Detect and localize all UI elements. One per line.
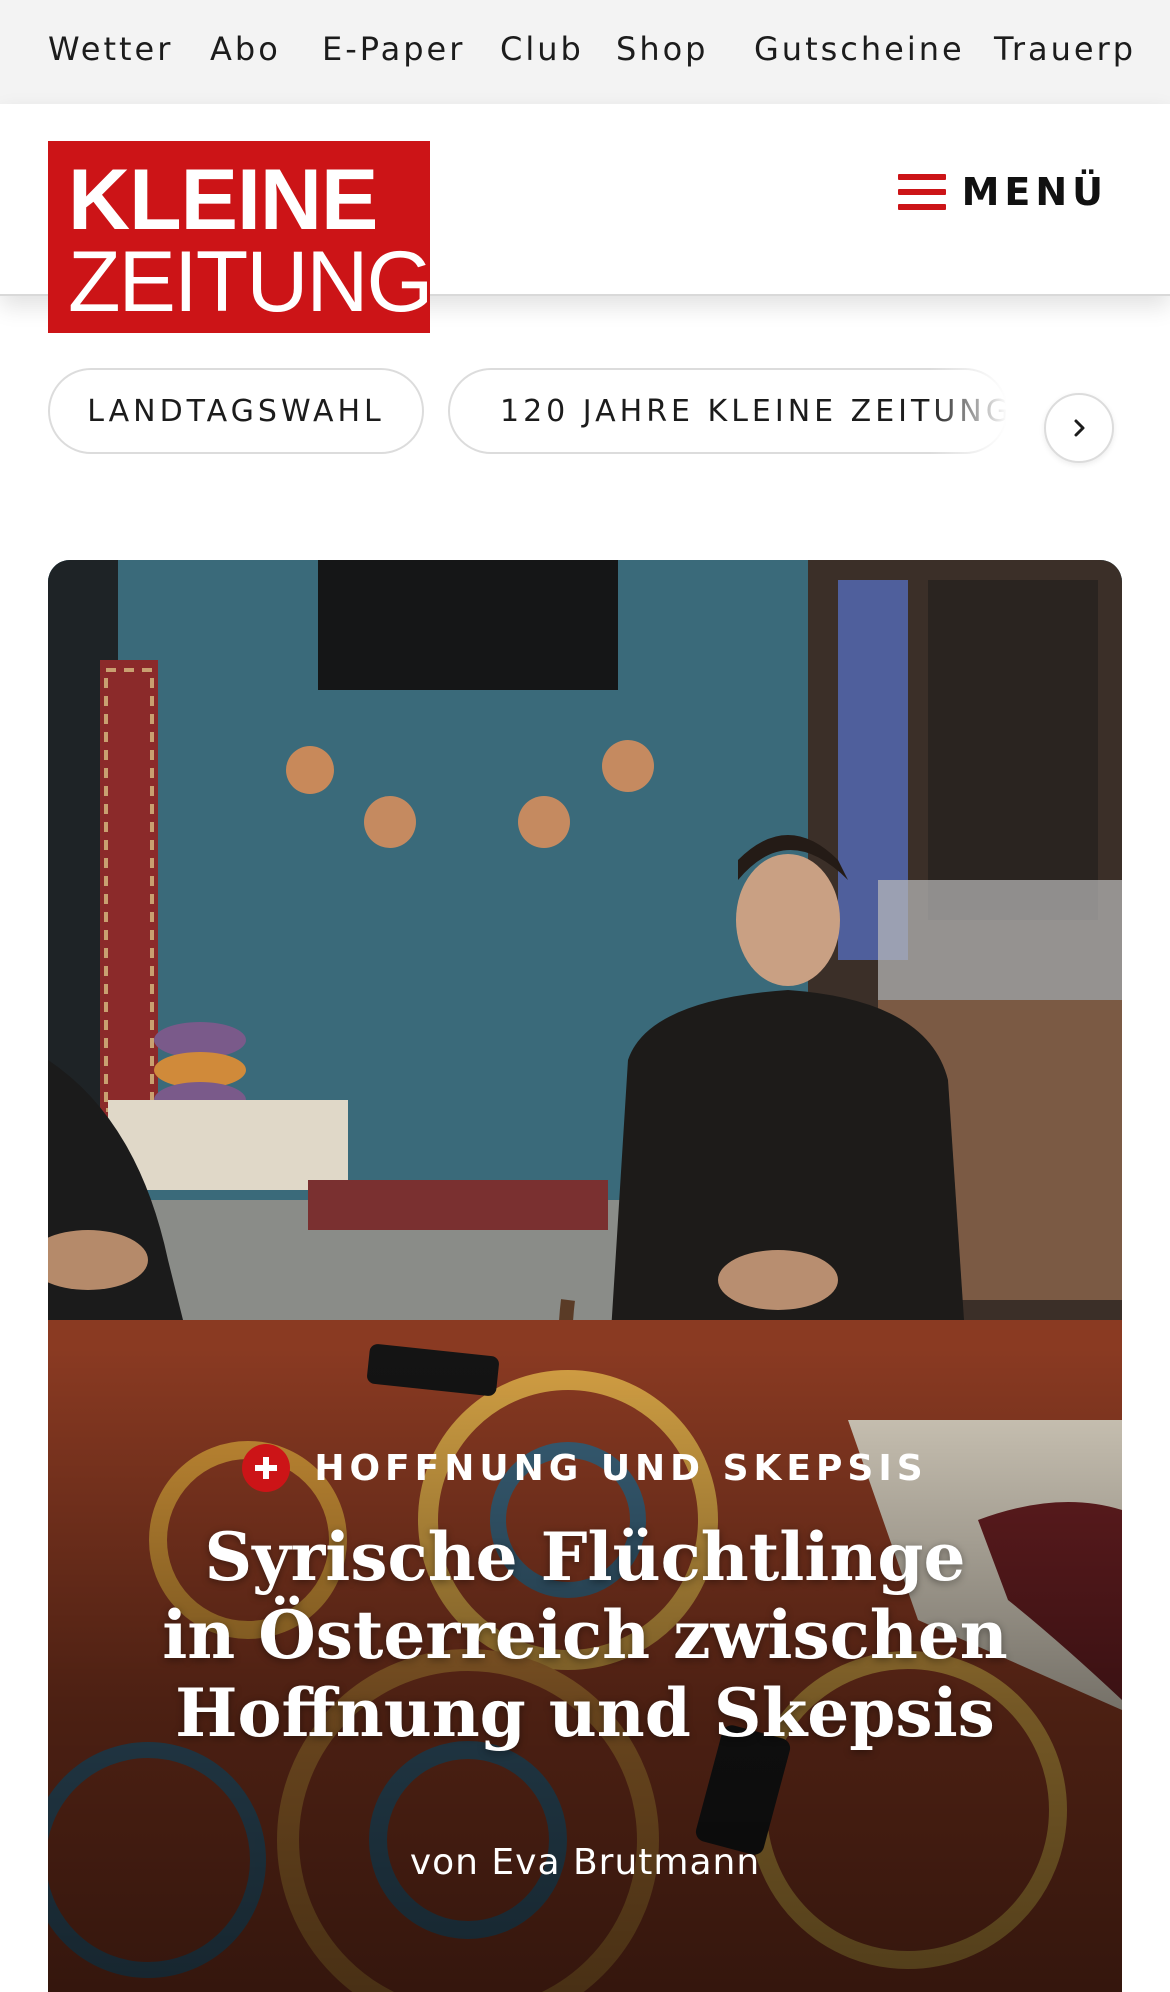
chips-next-button[interactable] xyxy=(1044,393,1114,463)
headline-line-3: Hoffnung und Skepsis xyxy=(175,1674,995,1752)
hero-kicker: HOFFNUNG UND SKEPSIS xyxy=(48,1444,1122,1492)
nav-link-abo[interactable]: Abo xyxy=(210,30,281,68)
nav-link-trauerportal[interactable]: Trauerp xyxy=(994,30,1136,68)
kleine-zeitung-logo[interactable]: KLEINE ZEITUNG xyxy=(48,141,433,333)
hero-gradient-overlay xyxy=(48,560,1122,1992)
kicker-text: HOFFNUNG UND SKEPSIS xyxy=(314,1447,928,1489)
menu-label: MENÜ xyxy=(961,170,1108,214)
chip-120-jahre[interactable]: 120 JAHRE KLEINE ZEITUNG xyxy=(448,368,1008,454)
headline-line-1: Syrische Flüchtlinge xyxy=(204,1518,966,1596)
top-utility-nav: Wetter Abo E-Paper Club Shop Gutscheine … xyxy=(0,0,1170,104)
hero-byline: von Eva Brutmann xyxy=(409,1842,761,1883)
menu-button[interactable]: MENÜ xyxy=(898,162,1108,222)
plus-icon xyxy=(242,1444,291,1492)
site-header: KLEINE ZEITUNG MENÜ xyxy=(0,104,1170,333)
nav-link-club[interactable]: Club xyxy=(500,30,584,68)
nav-link-wetter[interactable]: Wetter xyxy=(48,30,173,68)
hero-article-card[interactable]: HOFFNUNG UND SKEPSIS Syrische Flüchtling… xyxy=(48,560,1122,1992)
nav-link-shop[interactable]: Shop xyxy=(616,30,708,68)
chip-landtagswahl[interactable]: LANDTAGSWAHL xyxy=(48,368,424,454)
topic-chips: LANDTAGSWAHL 120 JAHRE KLEINE ZEITUNG xyxy=(0,368,1170,464)
hamburger-icon xyxy=(898,174,946,210)
chevron-right-icon xyxy=(1074,419,1085,437)
headline-line-2: in Österreich zwischen xyxy=(162,1596,1008,1674)
chips-fade xyxy=(930,368,1040,458)
hero-headline[interactable]: Syrische Flüchtlinge in Österreich zwisc… xyxy=(108,1518,1062,1752)
logo-line-1: KLEINE xyxy=(68,152,378,248)
nav-link-epaper[interactable]: E-Paper xyxy=(322,30,465,68)
nav-link-gutscheine[interactable]: Gutscheine xyxy=(754,30,965,68)
logo-line-2: ZEITUNG xyxy=(68,234,433,330)
